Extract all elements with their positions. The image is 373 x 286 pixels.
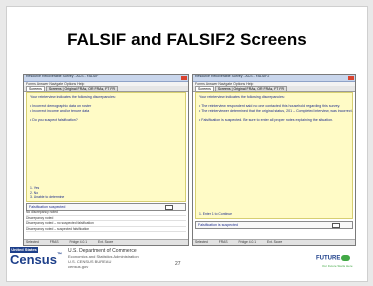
question-line: • Falsification is suspected. Be sure to… — [199, 118, 334, 122]
falsif-status-bar: Selected FRAS Fridge 4.0.1 Ext. Score — [24, 239, 188, 245]
status-item: Fridge 4.0.1 — [69, 240, 88, 244]
question-line: • Do you suspect falsification? — [30, 118, 78, 122]
option-unable[interactable]: 3. Unable to determine — [30, 195, 64, 199]
tab-screens-original[interactable]: Screens | Original FRAs, OR FRAs, FT FR — [45, 86, 119, 91]
falsif-status-list: No discrepancy noted Discrepancy noted D… — [26, 210, 186, 232]
falsif-window: Resource Recoverable Survey - ACS - FALS… — [23, 74, 189, 246]
slide: FALSIF and FALSIF2 Screens Resource Reco… — [6, 6, 368, 282]
future-tagline: Our Future Starts Here — [322, 264, 353, 268]
falsif2-titlebar: Resource Recoverable Survey - ACS - FALS… — [193, 75, 355, 82]
falsif2-options: 1. Enter 1 to Continue — [199, 212, 232, 216]
falsif2-window: Resource Recoverable Survey - ACS - FALS… — [192, 74, 356, 246]
answer-label: Falsification is suspected — [198, 223, 238, 227]
future-ring-icon — [341, 255, 351, 261]
future-logo: FUTURE — [316, 255, 351, 262]
status-item: Fridge 4.0.1 — [238, 240, 257, 244]
falsif-question-panel: Your reinterview indicates the following… — [26, 92, 186, 202]
falsif-window-title: Resource Recoverable Survey - ACS - FALS… — [26, 74, 99, 78]
department-text: U.S. Department of Commerce Economics an… — [68, 249, 139, 270]
falsif2-window-title: Resource Recoverable Survey - ACS - FALS… — [195, 74, 270, 78]
answer-input[interactable] — [332, 223, 340, 228]
falsif2-status-bar: Selected FRAS Fridge 4.0.1 Ext. Score — [193, 239, 355, 245]
status-item: Selected — [195, 240, 208, 244]
close-icon[interactable] — [181, 76, 187, 80]
status-item: Ext. Score — [267, 240, 283, 244]
status-item: Selected — [26, 240, 39, 244]
slide-title: FALSIF and FALSIF2 Screens — [67, 30, 307, 49]
status-item: FRAS — [218, 240, 228, 244]
status-item: Ext. Score — [98, 240, 114, 244]
census-wordmark: Census™ — [10, 252, 62, 267]
question-line: • The reinterviewer determined that the … — [199, 109, 353, 113]
dept-line: census.gov — [68, 264, 89, 269]
option-continue[interactable]: 1. Enter 1 to Continue — [199, 212, 232, 216]
status-item: FRAS — [49, 240, 59, 244]
answer-label: Falsification suspected — [29, 205, 66, 209]
falsif-titlebar: Resource Recoverable Survey - ACS - FALS… — [24, 75, 188, 82]
page-number: 27 — [175, 261, 181, 267]
falsif2-answer-field[interactable]: Falsification is suspected — [195, 221, 353, 229]
tab-screens[interactable]: Screens — [26, 86, 45, 91]
falsif-question-text: Your reinterview indicates the following… — [27, 93, 185, 125]
tab-screens[interactable]: Screens — [195, 86, 214, 91]
falsif2-question-panel: Your reinterview indicates the following… — [195, 92, 353, 219]
close-icon[interactable] — [348, 76, 354, 80]
tab-screens-original[interactable]: Screens | Original FRAs, OR FRAs, FT FR — [214, 86, 288, 91]
status-line: Discrepancy noted – suspected falsificat… — [26, 227, 186, 232]
falsif-options: 1. Yes 2. No 3. Unable to determine — [30, 186, 64, 199]
falsif2-question-text: Your reinterview indicates the following… — [196, 93, 353, 125]
